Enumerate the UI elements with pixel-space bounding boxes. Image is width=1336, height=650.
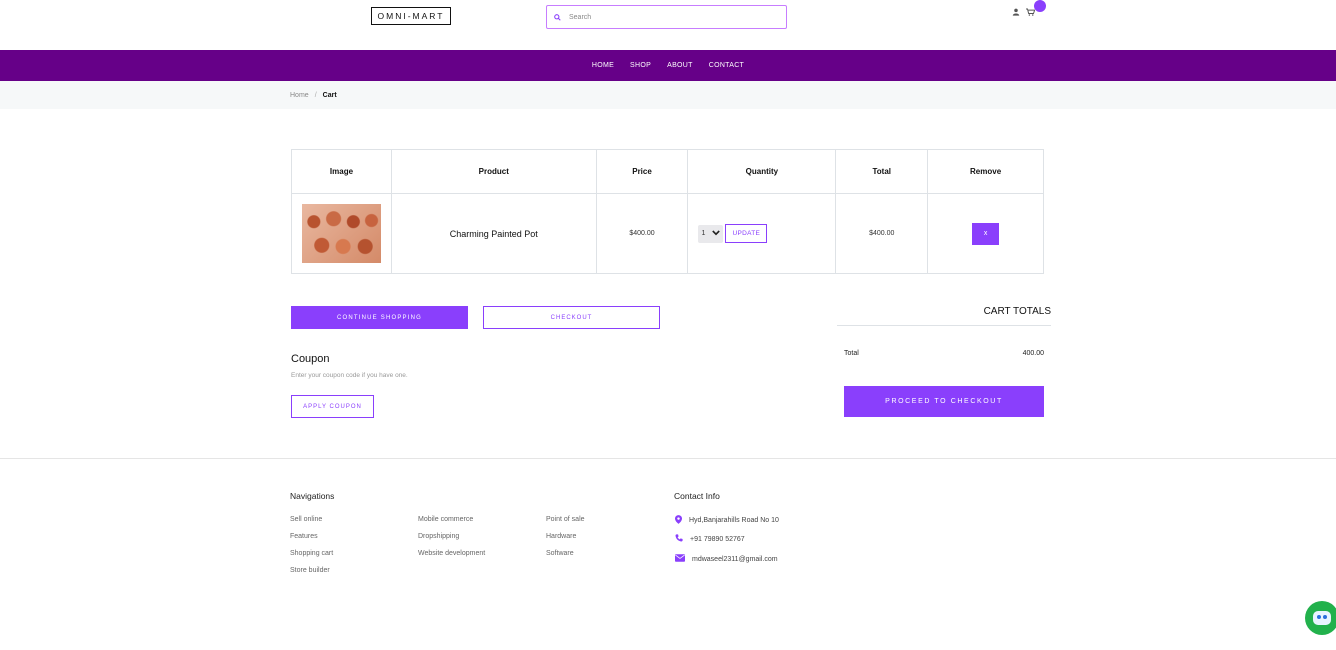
- continue-shopping-button[interactable]: CONTINUE SHOPPING: [291, 306, 468, 329]
- footer-contact-heading: Contact Info: [674, 491, 720, 501]
- nav-shop[interactable]: SHOP: [622, 62, 659, 69]
- contact-address: Hyd,Banjarahills Road No 10: [675, 515, 779, 526]
- cart-icon[interactable]: [1026, 8, 1035, 16]
- coupon-description: Enter your coupon code if you have one.: [291, 372, 408, 379]
- logo[interactable]: OMNI-MART: [371, 7, 451, 25]
- cart-totals-title: CART TOTALS: [837, 306, 1051, 326]
- product-price: $400.00: [595, 193, 689, 274]
- chat-bot-button[interactable]: [1305, 601, 1336, 635]
- breadcrumb-home[interactable]: Home: [290, 92, 309, 99]
- product-total: $400.00: [835, 193, 929, 274]
- chevron-down-icon: [712, 229, 721, 238]
- footer-link[interactable]: Software: [546, 550, 574, 557]
- footer-link[interactable]: Website development: [418, 550, 485, 557]
- quantity-cell: 1 UPDATE: [687, 193, 837, 274]
- proceed-to-checkout-button[interactable]: PROCEED TO CHECKOUT: [844, 386, 1044, 417]
- header-image: Image: [291, 149, 392, 194]
- footer-link[interactable]: Mobile commerce: [418, 516, 473, 523]
- footer-link[interactable]: Sell online: [290, 516, 322, 523]
- location-pin-icon: [675, 515, 682, 526]
- footer-link[interactable]: Shopping cart: [290, 550, 333, 557]
- envelope-icon: [675, 554, 685, 564]
- search-icon: [547, 13, 567, 21]
- total-label: Total: [844, 350, 859, 357]
- product-image[interactable]: [301, 204, 381, 263]
- table-row: Charming Painted Pot $400.00 1 UPDATE $4…: [291, 193, 1044, 274]
- search-placeholder: Search: [569, 13, 592, 21]
- contact-phone: +91 79890 52767: [675, 534, 745, 544]
- quantity-select[interactable]: 1: [698, 224, 724, 243]
- header-price: Price: [595, 149, 689, 194]
- header-remove: Remove: [927, 149, 1044, 194]
- breadcrumb-bar: Home / Cart: [0, 81, 1336, 109]
- coupon-title: Coupon: [291, 353, 330, 365]
- contact-phone-text: +91 79890 52767: [690, 535, 745, 543]
- user-icon[interactable]: [1012, 8, 1020, 16]
- nav-home[interactable]: HOME: [584, 62, 622, 69]
- totals-row: Total 400.00: [844, 350, 1044, 357]
- footer-divider: [0, 458, 1336, 459]
- search-input[interactable]: Search: [546, 5, 787, 29]
- contact-email-text: mdwaseel2311@gmail.com: [692, 555, 778, 563]
- product-name[interactable]: Charming Painted Pot: [450, 229, 538, 239]
- nav-contact[interactable]: CONTACT: [701, 62, 752, 69]
- footer-link[interactable]: Features: [290, 533, 318, 540]
- footer-link[interactable]: Hardware: [546, 533, 576, 540]
- remove-cell: x: [927, 193, 1044, 274]
- header-quantity: Quantity: [687, 149, 837, 194]
- total-value: 400.00: [1022, 350, 1044, 357]
- breadcrumb-current: Cart: [322, 91, 337, 99]
- remove-button[interactable]: x: [972, 222, 1000, 245]
- robot-icon: [1313, 611, 1331, 625]
- footer-nav-heading: Navigations: [290, 491, 335, 501]
- quantity-value: 1: [701, 230, 706, 237]
- contact-email: mdwaseel2311@gmail.com: [675, 554, 778, 564]
- product-image-cell: [291, 193, 392, 274]
- checkout-button[interactable]: CHECKOUT: [483, 306, 660, 329]
- footer-link[interactable]: Point of sale: [546, 516, 585, 523]
- product-name-cell: Charming Painted Pot: [390, 193, 597, 274]
- footer-link[interactable]: Dropshipping: [418, 533, 459, 540]
- update-button[interactable]: UPDATE: [725, 224, 768, 243]
- main-nav: HOME SHOP ABOUT CONTACT: [0, 50, 1336, 81]
- apply-coupon-button[interactable]: APPLY COUPON: [291, 395, 374, 418]
- header-total: Total: [835, 149, 929, 194]
- nav-about[interactable]: ABOUT: [659, 62, 701, 69]
- contact-address-text: Hyd,Banjarahills Road No 10: [689, 517, 779, 524]
- cart-table: Image Product Price Quantity Total Remov…: [291, 149, 1044, 274]
- header-product: Product: [390, 149, 597, 194]
- breadcrumb: Home / Cart: [290, 92, 337, 99]
- phone-icon: [675, 534, 683, 544]
- cart-count-badge: [1034, 0, 1046, 12]
- breadcrumb-separator: /: [314, 91, 317, 99]
- footer-link[interactable]: Store builder: [290, 567, 330, 574]
